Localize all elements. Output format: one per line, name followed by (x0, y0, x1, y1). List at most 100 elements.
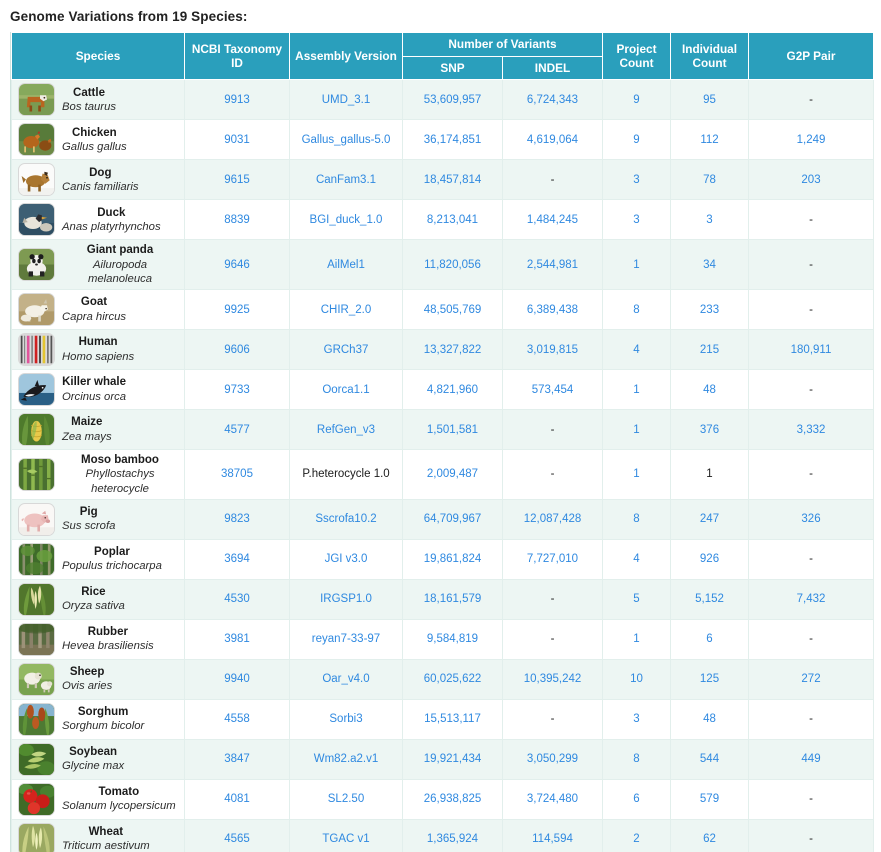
ncbi-taxonomy-id-link[interactable]: 3694 (224, 553, 250, 565)
project-count-link[interactable]: 6 (633, 793, 639, 805)
g2p-pair-link[interactable]: 3,332 (797, 424, 826, 436)
g2p-pair-link[interactable]: 326 (801, 513, 820, 525)
snp-count-link[interactable]: 26,938,825 (424, 793, 482, 805)
assembly-version-link[interactable]: TGAC v1 (322, 833, 369, 845)
human-thumbnail-icon[interactable] (18, 333, 55, 366)
project-count-link[interactable]: 9 (633, 94, 639, 106)
sorghum-thumbnail-icon[interactable] (18, 703, 55, 736)
project-count-link[interactable]: 3 (633, 214, 639, 226)
g2p-pair-link[interactable]: 449 (801, 753, 820, 765)
assembly-version-link[interactable]: CanFam3.1 (316, 174, 376, 186)
snp-count-link[interactable]: 1,501,581 (427, 424, 478, 436)
assembly-version-link[interactable]: CHIR_2.0 (321, 304, 372, 316)
individual-count-link[interactable]: 233 (700, 304, 719, 316)
snp-count-link[interactable]: 60,025,622 (424, 673, 482, 685)
project-count-link[interactable]: 4 (633, 553, 639, 565)
project-count-link[interactable]: 8 (633, 753, 639, 765)
moso-bamboo-thumbnail-icon[interactable] (18, 458, 55, 491)
project-count-link[interactable]: 1 (633, 633, 639, 645)
cattle-thumbnail-icon[interactable] (18, 83, 55, 116)
indel-count-link[interactable]: 3,050,299 (527, 753, 578, 765)
snp-count-link[interactable]: 36,174,851 (424, 134, 482, 146)
project-count-link[interactable]: 4 (633, 344, 639, 356)
ncbi-taxonomy-id-link[interactable]: 9733 (224, 384, 250, 396)
poplar-thumbnail-icon[interactable] (18, 543, 55, 576)
project-count-link[interactable]: 3 (633, 713, 639, 725)
indel-count-link[interactable]: 12,087,428 (524, 513, 582, 525)
ncbi-taxonomy-id-link[interactable]: 4558 (224, 713, 250, 725)
tomato-thumbnail-icon[interactable] (18, 783, 55, 816)
g2p-pair-link[interactable]: 7,432 (797, 593, 826, 605)
project-count-link[interactable]: 1 (633, 424, 639, 436)
pig-thumbnail-icon[interactable] (18, 503, 55, 536)
assembly-version-link[interactable]: Wm82.a2.v1 (314, 753, 379, 765)
indel-count-link[interactable]: 4,619,064 (527, 134, 578, 146)
indel-count-link[interactable]: 3,724,480 (527, 793, 578, 805)
snp-count-link[interactable]: 18,161,579 (424, 593, 482, 605)
indel-count-link[interactable]: 6,389,438 (527, 304, 578, 316)
assembly-version-link[interactable]: RefGen_v3 (317, 424, 375, 436)
project-count-link[interactable]: 1 (633, 259, 639, 271)
assembly-version-link[interactable]: Sscrofa10.2 (315, 513, 376, 525)
column-header-snp[interactable]: SNP (403, 56, 503, 80)
g2p-pair-link[interactable]: 180,911 (791, 344, 832, 356)
assembly-version-link[interactable]: reyan7-33-97 (312, 633, 380, 645)
assembly-version-link[interactable]: Oar_v4.0 (322, 673, 369, 685)
snp-count-link[interactable]: 15,513,117 (424, 713, 481, 725)
snp-count-link[interactable]: 2,009,487 (427, 468, 478, 480)
ncbi-taxonomy-id-link[interactable]: 9940 (224, 673, 250, 685)
assembly-version-link[interactable]: UMD_3.1 (322, 94, 371, 106)
ncbi-taxonomy-id-link[interactable]: 9031 (224, 134, 250, 146)
assembly-version-link[interactable]: SL2.50 (328, 793, 364, 805)
individual-count-link[interactable]: 579 (700, 793, 719, 805)
snp-count-link[interactable]: 11,820,056 (424, 259, 481, 271)
snp-count-link[interactable]: 19,921,434 (424, 753, 482, 765)
column-header-g2p-pair[interactable]: G2P Pair (749, 33, 874, 80)
ncbi-taxonomy-id-link[interactable]: 4530 (224, 593, 250, 605)
snp-count-link[interactable]: 9,584,819 (427, 633, 478, 645)
sheep-thumbnail-icon[interactable] (18, 663, 55, 696)
column-header-species[interactable]: Species (12, 33, 185, 80)
column-header-individual-count[interactable]: Individual Count (671, 33, 749, 80)
individual-count-link[interactable]: 95 (703, 94, 716, 106)
killer-whale-thumbnail-icon[interactable] (18, 373, 55, 406)
indel-count-link[interactable]: 10,395,242 (524, 673, 582, 685)
ncbi-taxonomy-id-link[interactable]: 9606 (224, 344, 250, 356)
snp-count-link[interactable]: 13,327,822 (424, 344, 482, 356)
rice-thumbnail-icon[interactable] (18, 583, 55, 616)
ncbi-taxonomy-id-link[interactable]: 38705 (221, 468, 253, 480)
project-count-link[interactable]: 9 (633, 134, 639, 146)
assembly-version-link[interactable]: BGI_duck_1.0 (310, 214, 383, 226)
snp-count-link[interactable]: 64,709,967 (424, 513, 482, 525)
ncbi-taxonomy-id-link[interactable]: 9823 (224, 513, 250, 525)
individual-count-link[interactable]: 544 (700, 753, 719, 765)
individual-count-link[interactable]: 112 (700, 134, 718, 146)
assembly-version-link[interactable]: Oorca1.1 (322, 384, 369, 396)
indel-count-link[interactable]: 573,454 (532, 384, 574, 396)
individual-count-link[interactable]: 926 (700, 553, 719, 565)
individual-count-link[interactable]: 5,152 (695, 593, 724, 605)
g2p-pair-link[interactable]: 272 (801, 673, 820, 685)
snp-count-link[interactable]: 53,609,957 (424, 94, 482, 106)
maize-thumbnail-icon[interactable] (18, 413, 55, 446)
rubber-thumbnail-icon[interactable] (18, 623, 55, 656)
assembly-version-link[interactable]: Gallus_gallus-5.0 (302, 134, 391, 146)
individual-count-link[interactable]: 3 (706, 214, 712, 226)
goat-thumbnail-icon[interactable] (18, 293, 55, 326)
individual-count-link[interactable]: 247 (700, 513, 719, 525)
snp-count-link[interactable]: 48,505,769 (424, 304, 482, 316)
column-header-ncbi-taxonomy-id[interactable]: NCBI Taxonomy ID (185, 33, 290, 80)
project-count-link[interactable]: 5 (633, 593, 639, 605)
chicken-thumbnail-icon[interactable] (18, 123, 55, 156)
individual-count-link[interactable]: 34 (703, 259, 716, 271)
snp-count-link[interactable]: 8,213,041 (427, 214, 478, 226)
indel-count-link[interactable]: 114,594 (532, 833, 573, 845)
column-header-number-of-variants[interactable]: Number of Variants (403, 33, 603, 57)
assembly-version-link[interactable]: IRGSP1.0 (320, 593, 372, 605)
individual-count-link[interactable]: 376 (700, 424, 719, 436)
project-count-link[interactable]: 8 (633, 304, 639, 316)
indel-count-link[interactable]: 7,727,010 (527, 553, 578, 565)
indel-count-link[interactable]: 1,484,245 (527, 214, 578, 226)
ncbi-taxonomy-id-link[interactable]: 4565 (224, 833, 250, 845)
project-count-link[interactable]: 1 (633, 384, 639, 396)
